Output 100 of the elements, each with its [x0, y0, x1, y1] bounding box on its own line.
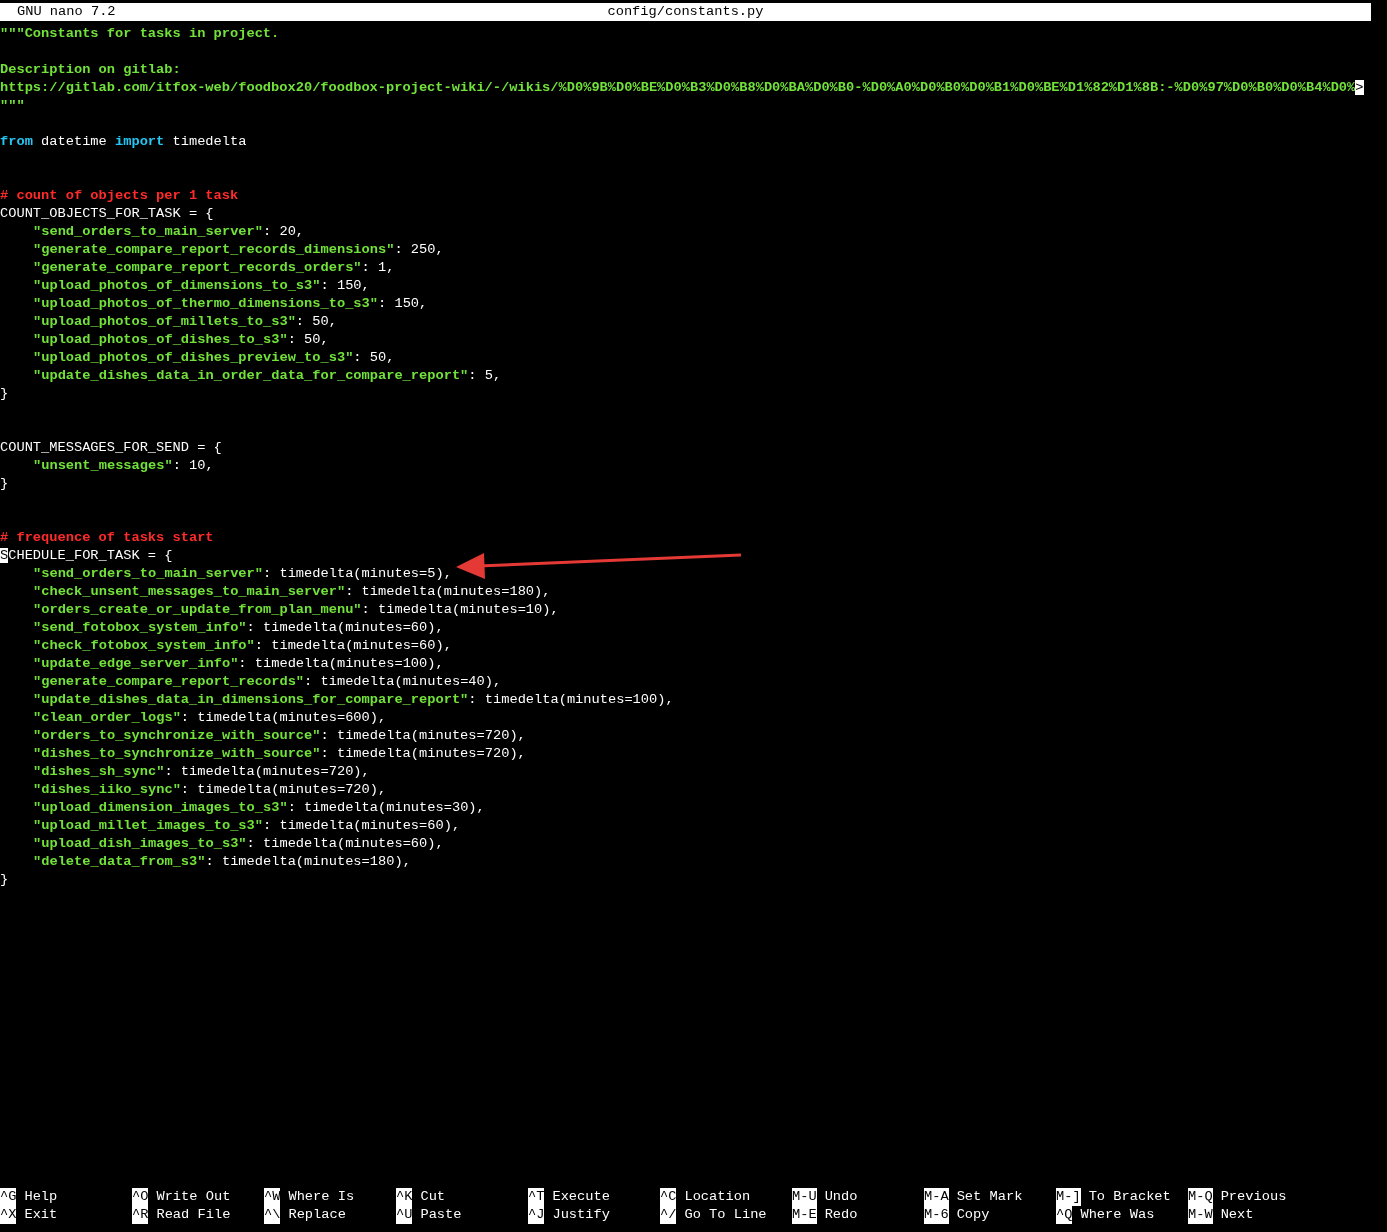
shortcut-key: ^\ — [264, 1206, 281, 1224]
shortcut-label: Set Mark — [956, 1188, 1023, 1206]
string-literal: "unsent_messages" — [33, 458, 173, 473]
code-text: timedelta — [171, 134, 247, 149]
keyword: from — [0, 134, 33, 149]
line-overflow-marker: > — [1355, 80, 1364, 95]
code-text: : 10, — [172, 458, 214, 473]
code-text: : timedelta(minutes=60), — [246, 620, 444, 635]
code-text: : timedelta(minutes=100), — [468, 692, 674, 707]
code-text: : timedelta(minutes=5), — [263, 566, 452, 581]
shortcut-key: ^J — [528, 1206, 545, 1224]
string-literal: "upload_dimension_images_to_s3" — [33, 800, 288, 815]
string-literal: "send_orders_to_main_server" — [33, 224, 263, 239]
code-text: COUNT_MESSAGES_FOR_SEND = { — [0, 440, 222, 455]
shortcut-label: Previous — [1220, 1188, 1287, 1206]
shortcut-label: Exit — [24, 1206, 58, 1224]
shortcut-label: Go To Line — [684, 1206, 767, 1224]
shortcut-key: M-W — [1188, 1206, 1213, 1224]
shortcut-label: Write Out — [156, 1188, 231, 1206]
string-literal: Description on gitlab: — [0, 62, 181, 77]
string-literal: "send_fotobox_system_info" — [33, 620, 247, 635]
shortcut-key: M-E — [792, 1206, 817, 1224]
code-text: COUNT_OBJECTS_FOR_TASK = { — [0, 206, 214, 221]
string-literal: "update_dishes_data_in_order_data_for_compare_report" — [33, 368, 469, 383]
code-text: } — [0, 872, 9, 887]
shortcut-label: Location — [684, 1188, 751, 1206]
keyword: import — [115, 134, 165, 149]
shortcut-label: Copy — [956, 1206, 990, 1224]
code-text: } — [0, 476, 9, 491]
shortcut-label: Where Was — [1080, 1206, 1155, 1224]
string-literal: "upload_millet_images_to_s3" — [33, 818, 263, 833]
shortcut-key: ^T — [528, 1188, 545, 1206]
code-text: : timedelta(minutes=60), — [246, 836, 444, 851]
code-text: : 250, — [394, 242, 444, 257]
code-text: : timedelta(minutes=720), — [320, 746, 526, 761]
code-text: } — [0, 386, 9, 401]
string-literal: "orders_to_synchronize_with_source" — [33, 728, 321, 743]
shortcut-key: M-6 — [924, 1206, 949, 1224]
code-text: datetime — [40, 134, 108, 149]
shortcut-key: ^K — [396, 1188, 413, 1206]
shortcut-key: M-] — [1056, 1188, 1081, 1206]
shortcut-key: ^W — [264, 1188, 281, 1206]
string-literal: "delete_data_from_s3" — [33, 854, 206, 869]
string-literal: "clean_order_logs" — [33, 710, 181, 725]
string-literal: "dishes_to_synchronize_with_source" — [33, 746, 321, 761]
code-text: CHEDULE_FOR_TASK = { — [8, 548, 173, 563]
string-literal: """ — [0, 98, 25, 113]
code-text: : timedelta(minutes=10), — [361, 602, 559, 617]
shortcut-label: Where Is — [288, 1188, 355, 1206]
shortcut-label: Cut — [420, 1188, 446, 1206]
shortcut-label: Redo — [824, 1206, 858, 1224]
file-name: config/constants.py — [607, 3, 764, 21]
string-literal: "upload_photos_of_dishes_preview_to_s3" — [33, 350, 354, 365]
shortcut-key: ^G — [0, 1188, 17, 1206]
string-literal: "generate_compare_report_records_orders" — [33, 260, 362, 275]
code-text: : 50, — [287, 332, 329, 347]
string-literal: "upload_photos_of_thermo_dimensions_to_s3" — [33, 296, 378, 311]
string-literal: "send_orders_to_main_server" — [33, 566, 263, 581]
shortcut-label: Replace — [288, 1206, 346, 1224]
string-literal: "upload_photos_of_dimensions_to_s3" — [33, 278, 321, 293]
string-literal: "update_dishes_data_in_dimensions_for_compare_report" — [33, 692, 469, 707]
text-cursor: S — [0, 548, 9, 563]
shortcut-label: To Bracket — [1088, 1188, 1171, 1206]
string-literal: "orders_create_or_update_from_plan_menu" — [33, 602, 362, 617]
shortcut-key: M-A — [924, 1188, 949, 1206]
shortcut-key: ^C — [660, 1188, 677, 1206]
code-text: : timedelta(minutes=40), — [304, 674, 502, 689]
string-literal: "dishes_sh_sync" — [33, 764, 165, 779]
string-literal: """Constants for tasks in project. — [0, 26, 280, 41]
shortcut-key: M-Q — [1188, 1188, 1213, 1206]
shortcut-key: ^U — [396, 1206, 413, 1224]
string-literal: "check_unsent_messages_to_main_server" — [33, 584, 346, 599]
code-text: : 20, — [263, 224, 305, 239]
string-literal: "update_edge_server_info" — [33, 656, 239, 671]
shortcut-key: ^/ — [660, 1206, 677, 1224]
shortcut-label: Help — [24, 1188, 58, 1206]
code-text: : 50, — [295, 314, 337, 329]
shortcut-label: Justify — [552, 1206, 610, 1224]
string-literal: "check_fotobox_system_info" — [33, 638, 255, 653]
shortcut-key: ^O — [132, 1188, 149, 1206]
shortcut-label: Read File — [156, 1206, 231, 1224]
string-literal: "upload_dish_images_to_s3" — [33, 836, 247, 851]
code-text: : timedelta(minutes=180), — [345, 584, 551, 599]
code-text: : timedelta(minutes=30), — [287, 800, 485, 815]
shortcut-key: ^Q — [1056, 1206, 1073, 1224]
string-literal: https://gitlab.com/itfox-web/foodbox20/foodbox-project-wiki/-/wikis/%D0%9B%D0%BE%D0%B3%D0%B8%D0%BA%D0%B0-%D0%A0%D0%B0%D0%B1%D0%BE%D1%82%D1%8B:-%D0%97%D0%B0%D0%B4%D0% — [0, 80, 1356, 95]
shortcut-key: ^X — [0, 1206, 17, 1224]
shortcut-label: Next — [1220, 1206, 1254, 1224]
shortcut-key: ^R — [132, 1206, 149, 1224]
code-text: : 1, — [361, 260, 395, 275]
shortcut-label: Execute — [552, 1188, 610, 1206]
shortcut-label: Paste — [420, 1206, 462, 1224]
string-literal: "generate_compare_report_records_dimensions" — [33, 242, 395, 257]
string-literal: "dishes_iiko_sync" — [33, 782, 181, 797]
shortcut-label: Undo — [824, 1188, 858, 1206]
code-text: : timedelta(minutes=720), — [164, 764, 370, 779]
string-literal: "upload_photos_of_millets_to_s3" — [33, 314, 296, 329]
string-literal: "upload_photos_of_dishes_to_s3" — [33, 332, 288, 347]
code-text: : timedelta(minutes=720), — [320, 728, 526, 743]
code-text: : timedelta(minutes=60), — [254, 638, 452, 653]
